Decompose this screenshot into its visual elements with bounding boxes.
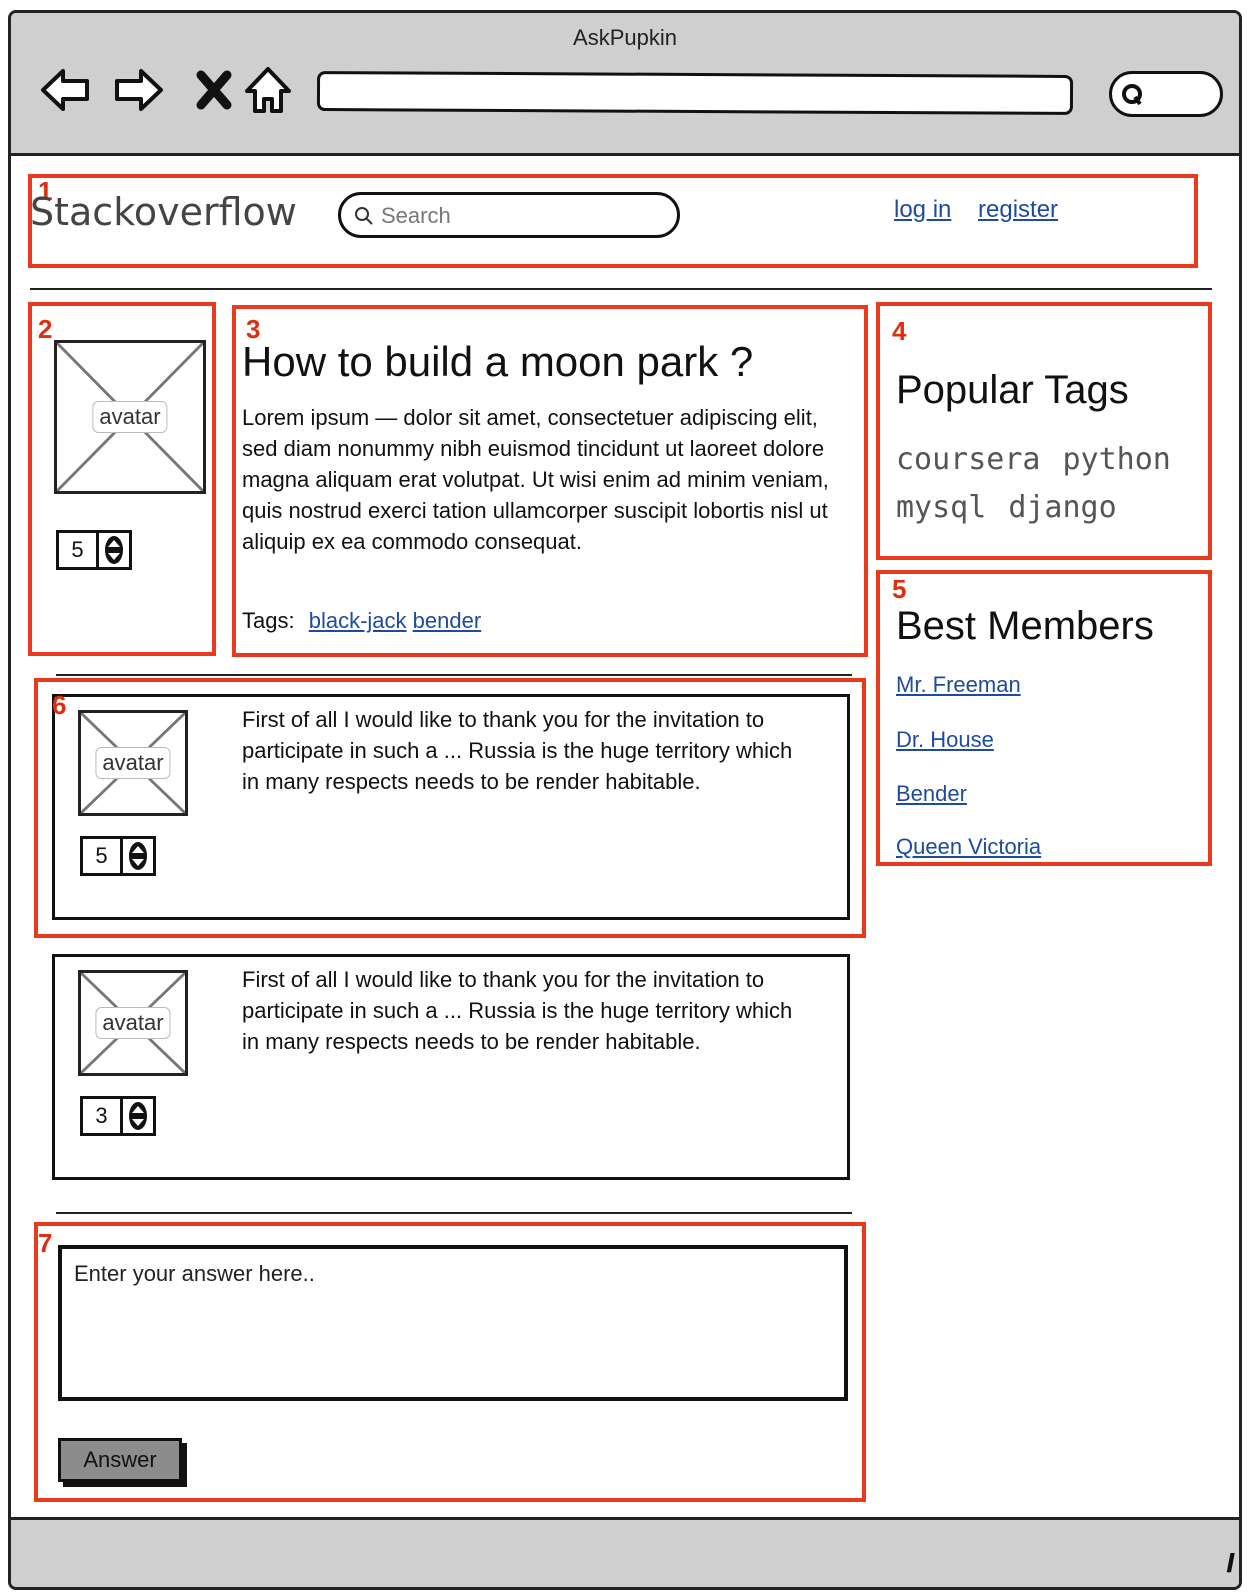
question-title: How to build a moon park ? [242,338,754,385]
region-number-6: 6 [52,690,67,720]
login-link[interactable]: log in [894,196,951,224]
search-icon [355,207,373,225]
region-number-5: 5 [892,574,907,604]
divider [56,1212,852,1214]
tags-label: Tags: [242,608,295,633]
site-logo[interactable]: Stackoverflow [30,190,297,234]
browser-toolbar: AskPupkin [11,13,1239,156]
divider [56,674,852,676]
avatar-label: avatar [95,747,171,779]
vote-stepper[interactable]: 5 [56,530,132,570]
best-members-title: Best Members [896,604,1154,648]
vote-count: 5 [83,839,123,873]
vote-count: 3 [83,1099,123,1133]
register-link[interactable]: register [978,196,1058,224]
member-link[interactable]: Mr. Freeman [896,672,1021,698]
vote-stepper[interactable]: 5 [80,836,156,876]
answer-submit-button[interactable]: Answer [58,1438,182,1482]
tag-link[interactable]: bender [413,608,482,633]
back-icon[interactable] [39,63,93,117]
answer-text: First of all I would like to thank you f… [242,967,793,1054]
answer-text: First of all I would like to thank you f… [242,707,793,794]
home-icon[interactable] [241,63,295,117]
region-number-4: 4 [892,316,907,346]
site-search[interactable] [338,192,680,238]
vote-arrows[interactable] [123,839,153,873]
search-icon [1122,84,1142,106]
stop-icon[interactable] [187,63,241,117]
avatar-label: avatar [92,401,168,433]
answer-textarea[interactable] [58,1245,848,1401]
up-down-icon[interactable] [104,535,124,565]
member-link[interactable]: Dr. House [896,727,994,753]
browser-search-field[interactable] [1109,71,1223,117]
tag-item[interactable]: python [1063,436,1171,484]
status-bar: // [11,1517,1239,1587]
vote-arrows[interactable] [123,1099,153,1133]
tag-item[interactable]: mysql [896,484,986,532]
divider [30,288,1212,290]
region-number-7: 7 [38,1228,53,1258]
avatar: avatar [78,970,188,1076]
avatar-label: avatar [95,1007,171,1039]
vote-count: 5 [59,533,99,567]
tag-item[interactable]: coursera [896,436,1041,484]
resize-grip-icon[interactable]: // [1227,1548,1237,1579]
region-number-2: 2 [38,314,53,344]
up-down-icon[interactable] [128,841,148,871]
popular-tags-title: Popular Tags [896,368,1129,412]
vote-arrows[interactable] [99,533,129,567]
forward-icon[interactable] [111,63,165,117]
member-link[interactable]: Bender [896,781,967,807]
vote-stepper[interactable]: 3 [80,1096,156,1136]
question-body: Lorem ipsum — dolor sit amet, consectetu… [242,405,829,554]
member-link[interactable]: Queen Victoria [896,834,1041,860]
tag-item[interactable]: django [1008,484,1116,532]
avatar: avatar [78,710,188,816]
window-title: AskPupkin [573,25,677,50]
address-bar[interactable] [316,71,1074,115]
tag-cloud: coursera python mysql django [896,436,1196,532]
avatar: avatar [54,340,206,494]
tag-link[interactable]: black-jack [309,608,407,633]
up-down-icon[interactable] [128,1101,148,1131]
question-tags: Tags: black-jack bender [242,608,481,634]
search-input[interactable] [381,201,661,231]
